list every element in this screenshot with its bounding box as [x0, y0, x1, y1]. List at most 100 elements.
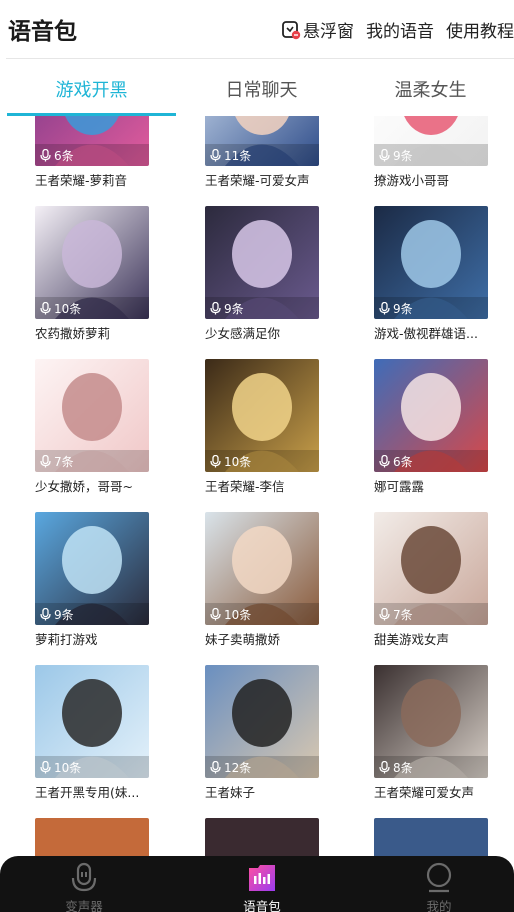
- float-window-icon: [282, 20, 301, 39]
- voice-pack-name: 妹子卖萌撒娇: [205, 632, 281, 647]
- voice-count: 8条: [393, 760, 413, 775]
- voice-pack-name: 游戏-傲视群雄语...: [374, 326, 478, 341]
- voice-pack-card[interactable]: 7条少女撒娇，哥哥~: [35, 359, 149, 495]
- voice-count: 7条: [54, 454, 74, 469]
- voice-pack-thumbnail[interactable]: [374, 818, 488, 856]
- voice-count-badge: 6条: [374, 450, 488, 472]
- voice-count-badge: 10条: [35, 756, 149, 778]
- voice-pack-card[interactable]: 7条甜美游戏女声: [374, 512, 488, 648]
- voice-pack-thumbnail[interactable]: 10条: [205, 359, 319, 472]
- float-window-button[interactable]: 悬浮窗: [281, 17, 354, 42]
- voice-pack-card[interactable]: 10条农药撒娇萝莉: [35, 206, 149, 342]
- mic-small-icon: [379, 148, 390, 161]
- voice-pack-thumbnail[interactable]: 9条: [374, 116, 488, 166]
- voice-count: 7条: [393, 607, 413, 622]
- header-divider: [6, 58, 514, 59]
- mic-small-icon: [40, 454, 51, 467]
- voice-pack-thumbnail[interactable]: 9条: [374, 206, 488, 319]
- voice-count-badge: 6条: [35, 144, 149, 166]
- voice-pack-name: 王者荣耀可爱女声: [374, 785, 475, 800]
- voice-count-badge: 10条: [205, 450, 319, 472]
- nav-voice-changer[interactable]: 变声器: [24, 856, 144, 912]
- voice-count-badge: 8条: [374, 756, 488, 778]
- voice-pack-card-partial[interactable]: [205, 818, 319, 856]
- tab-gentle-girl[interactable]: 温柔女生: [345, 76, 514, 102]
- voice-pack-name: 少女撒娇，哥哥~: [35, 479, 133, 494]
- nav-voice-pack[interactable]: 语音包: [202, 856, 322, 912]
- voice-pack-thumbnail[interactable]: 7条: [35, 359, 149, 472]
- voice-pack-thumbnail[interactable]: 9条: [205, 206, 319, 319]
- tab-daily-chat[interactable]: 日常聊天: [176, 76, 347, 102]
- voice-count-badge: 9条: [374, 297, 488, 319]
- mic-small-icon: [40, 301, 51, 314]
- voice-pack-thumbnail[interactable]: 12条: [205, 665, 319, 778]
- mic-small-icon: [40, 607, 51, 620]
- voice-count: 9条: [54, 607, 74, 622]
- float-window-label: 悬浮窗: [303, 22, 354, 42]
- voice-count-badge: 9条: [35, 603, 149, 625]
- voice-count-badge: 11条: [205, 144, 319, 166]
- nav-profile-label: 我的: [426, 899, 452, 912]
- voice-pack-card-partial[interactable]: [374, 818, 488, 856]
- voice-pack-card[interactable]: 9条 萝莉打游戏: [35, 512, 149, 648]
- voice-pack-card[interactable]: 10条妹子卖萌撒娇: [205, 512, 319, 648]
- nav-voice-pack-label: 语音包: [243, 899, 281, 912]
- voice-pack-card[interactable]: 6条 王者荣耀-萝莉音: [35, 116, 149, 189]
- voice-pack-thumbnail[interactable]: 7条: [374, 512, 488, 625]
- voice-count: 10条: [224, 454, 252, 469]
- voice-count-badge: 9条: [205, 297, 319, 319]
- mic-small-icon: [210, 607, 221, 620]
- voice-pack-thumbnail[interactable]: 11条: [205, 116, 319, 166]
- voice-pack-card[interactable]: 9条撩游戏小哥哥: [374, 116, 488, 189]
- voice-pack-name: 王者妹子: [205, 785, 256, 800]
- my-voice-button[interactable]: 我的语音: [366, 17, 434, 42]
- profile-icon: [426, 862, 452, 893]
- mic-small-icon: [210, 760, 221, 773]
- mic-small-icon: [379, 607, 390, 620]
- voice-pack-name: 甜美游戏女声: [374, 632, 450, 647]
- voice-count: 6条: [54, 148, 74, 163]
- header-actions: 悬浮窗 我的语音 使用教程: [269, 17, 514, 42]
- voice-pack-name: 王者荣耀-可爱女声: [205, 173, 310, 188]
- voice-pack-card[interactable]: 6条娜可露露: [374, 359, 488, 495]
- mic-small-icon: [210, 301, 221, 314]
- bottom-navigation: 变声器 语音包 我的: [0, 856, 514, 912]
- voice-pack-name: 农药撒娇萝莉: [35, 326, 111, 341]
- voice-pack-name: 王者开黑专用(妹...: [35, 785, 140, 800]
- voice-pack-thumbnail[interactable]: 10条: [205, 512, 319, 625]
- voice-count-badge: 7条: [35, 450, 149, 472]
- nav-profile[interactable]: 我的: [379, 856, 499, 912]
- voice-count: 6条: [393, 454, 413, 469]
- voice-pack-card[interactable]: 8条王者荣耀可爱女声: [374, 665, 488, 801]
- voice-pack-thumbnail[interactable]: 6条: [374, 359, 488, 472]
- voice-pack-thumbnail[interactable]: [205, 818, 319, 856]
- voice-pack-name: 少女感满足你: [205, 326, 281, 341]
- voice-pack-thumbnail[interactable]: 8条: [374, 665, 488, 778]
- voice-count-badge: 9条: [374, 144, 488, 166]
- voice-pack-card[interactable]: 10条王者荣耀-李信: [205, 359, 319, 495]
- voice-pack-card[interactable]: 9条少女感满足你: [205, 206, 319, 342]
- tutorial-button[interactable]: 使用教程: [446, 17, 514, 42]
- voice-pack-card-partial[interactable]: [35, 818, 149, 856]
- voice-pack-name: 王者荣耀-李信: [205, 479, 285, 494]
- app-header: 语音包 悬浮窗 我的语音 使用教程: [0, 0, 514, 58]
- microphone-icon: [71, 862, 97, 892]
- mic-small-icon: [40, 760, 51, 773]
- voice-count-badge: 10条: [205, 603, 319, 625]
- category-tabs: 游戏开黑 日常聊天 温柔女生: [0, 60, 514, 116]
- voice-pack-card[interactable]: 10条王者开黑专用(妹...: [35, 665, 149, 801]
- voice-pack-thumbnail[interactable]: 10条: [35, 206, 149, 319]
- voice-pack-thumbnail[interactable]: 10条: [35, 665, 149, 778]
- voice-pack-card[interactable]: 12条王者妹子: [205, 665, 319, 801]
- voice-pack-grid[interactable]: 6条 王者荣耀-萝莉音 11条 王者荣耀-可爱女声 9条 撩游戏小哥哥 10条 农药撒娇萝莉 9…: [0, 116, 514, 856]
- voice-pack-thumbnail[interactable]: 9条: [35, 512, 149, 625]
- voice-count: 12条: [224, 760, 252, 775]
- voice-pack-name: 撩游戏小哥哥: [374, 173, 450, 188]
- voice-pack-card[interactable]: 9条游戏-傲视群雄语...: [374, 206, 488, 342]
- mic-small-icon: [379, 301, 390, 314]
- voice-pack-card[interactable]: 11条王者荣耀-可爱女声: [205, 116, 319, 189]
- voice-pack-thumbnail[interactable]: [35, 818, 149, 856]
- voice-pack-thumbnail[interactable]: 6条: [35, 116, 149, 166]
- voice-pack-name: 娜可露露: [374, 479, 425, 494]
- tab-game[interactable]: 游戏开黑: [6, 76, 177, 102]
